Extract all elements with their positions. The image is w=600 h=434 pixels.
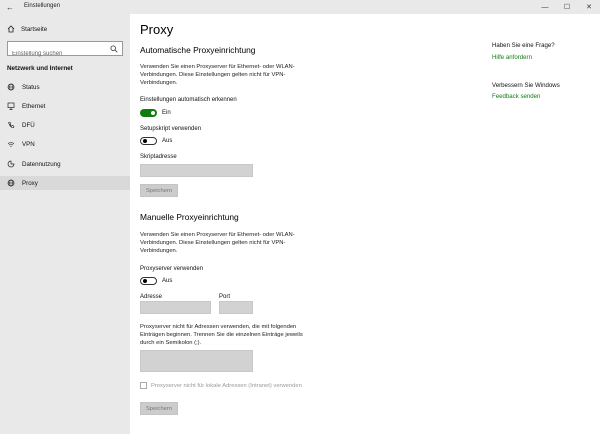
sidebar-home-link[interactable]: Startseite: [7, 25, 47, 33]
send-feedback-link[interactable]: Feedback senden: [492, 93, 540, 100]
setup-script-toggle-row[interactable]: Aus: [140, 137, 172, 145]
phone-icon: [8, 121, 15, 129]
close-button[interactable]: ✕: [578, 0, 600, 14]
minimize-button[interactable]: —: [534, 0, 556, 14]
window-controls: — ☐ ✕: [534, 0, 600, 14]
sidebar: Startseite Netzwerk und Internet Status …: [0, 14, 130, 434]
script-address-field[interactable]: [140, 164, 253, 177]
sidebar-item-ethernet[interactable]: Ethernet: [0, 99, 130, 113]
sidebar-item-label: DFÜ: [22, 121, 35, 129]
setup-script-toggle[interactable]: [140, 137, 157, 145]
address-label: Adresse: [140, 294, 163, 300]
search-input[interactable]: [8, 47, 103, 61]
sidebar-home-label: Startseite: [21, 25, 48, 33]
settings-search[interactable]: [7, 41, 123, 61]
search-icon: [110, 45, 118, 53]
sidebar-item-status[interactable]: Status: [0, 80, 130, 94]
local-address-checkbox-row[interactable]: Proxyserver nicht für lokale Adressen (I…: [140, 382, 302, 389]
sidebar-item-proxy[interactable]: Proxy: [0, 176, 130, 190]
auto-setup-description: Verwenden Sie einen Proxyserver für Ethe…: [140, 64, 295, 86]
exceptions-description: Proxyserver nicht für Adressen verwenden…: [140, 324, 303, 346]
local-address-checkbox-label: Proxyserver nicht für lokale Adressen (I…: [151, 382, 302, 389]
sidebar-item-label: Status: [22, 83, 40, 91]
sidebar-section-title: Netzwerk und Internet: [7, 65, 73, 72]
auto-detect-toggle[interactable]: [140, 109, 157, 117]
page-title: Proxy: [140, 22, 174, 37]
use-proxy-state: Aus: [162, 278, 173, 284]
sidebar-item-label: Ethernet: [22, 102, 46, 110]
get-help-link[interactable]: Hilfe anfordern: [492, 54, 532, 61]
auto-detect-label: Einstellungen automatisch erkennen: [140, 97, 237, 103]
sidebar-item-vpn[interactable]: VPN: [0, 137, 130, 151]
auto-setup-title: Automatische Proxyeinrichtung: [140, 45, 256, 55]
improve-windows-title: Verbessern Sie Windows: [492, 82, 560, 89]
back-button[interactable]: ←: [0, 0, 20, 14]
maximize-button[interactable]: ☐: [556, 0, 578, 14]
sidebar-item-label: Proxy: [22, 179, 38, 187]
sidebar-item-label: Datennutzung: [22, 160, 61, 168]
help-question-title: Haben Sie eine Frage?: [492, 42, 555, 49]
auto-save-button[interactable]: Speichern: [140, 184, 178, 197]
globe-icon: [7, 83, 15, 91]
exceptions-field[interactable]: [140, 350, 253, 372]
proxy-globe-icon: [7, 179, 15, 187]
title-bar: ← Einstellungen — ☐ ✕: [0, 0, 600, 14]
window-title: Einstellungen: [24, 3, 61, 9]
home-icon: [7, 25, 15, 33]
data-usage-icon: [7, 160, 15, 168]
use-proxy-toggle-row[interactable]: Aus: [140, 277, 172, 285]
manual-setup-title: Manuelle Proxyeinrichtung: [140, 212, 239, 222]
auto-detect-toggle-row[interactable]: Ein: [140, 109, 171, 117]
use-proxy-toggle[interactable]: [140, 277, 157, 285]
back-arrow-icon: ←: [6, 2, 14, 12]
local-address-checkbox[interactable]: [140, 382, 147, 389]
manual-setup-description: Verwenden Sie einen Proxyserver für Ethe…: [140, 232, 295, 254]
vpn-icon: [7, 141, 15, 147]
script-address-label: Skriptadresse: [140, 154, 177, 160]
setup-script-label: Setupskript verwenden: [140, 126, 202, 132]
use-proxy-label: Proxyserver verwenden: [140, 266, 204, 272]
ethernet-icon: [7, 102, 15, 110]
auto-detect-state: Ein: [162, 110, 171, 116]
sidebar-item-label: VPN: [22, 140, 35, 148]
sidebar-item-dfue[interactable]: DFÜ: [0, 118, 130, 132]
proxy-port-field[interactable]: [219, 301, 253, 314]
proxy-address-field[interactable]: [140, 301, 211, 314]
sidebar-item-datennutzung[interactable]: Datennutzung: [0, 157, 130, 171]
port-label: Port: [219, 294, 231, 300]
manual-save-button[interactable]: Speichern: [140, 402, 178, 415]
setup-script-state: Aus: [162, 138, 173, 144]
main-content: Proxy Automatische Proxyeinrichtung Verw…: [130, 14, 600, 434]
